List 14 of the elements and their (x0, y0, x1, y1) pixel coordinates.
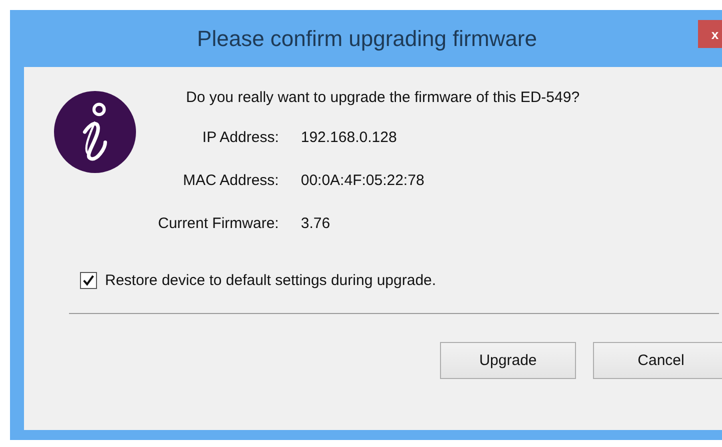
checkbox-label[interactable]: Restore device to default settings during upgrade. (105, 272, 436, 289)
confirm-message: Do you really want to upgrade the firmware of this ED-549? (186, 89, 580, 106)
field-label: MAC Address: (182, 172, 279, 189)
cancel-button[interactable]: Cancel (593, 342, 722, 379)
field-label: IP Address: (201, 129, 279, 146)
field-value: 192.168.0.128 (300, 129, 398, 146)
field-value: 3.76 (300, 215, 332, 232)
field-label: Current Firmware: (158, 215, 279, 232)
upgrade-button[interactable]: Upgrade (440, 342, 576, 379)
field-value: 00:0A:4F:05:22:78 (300, 172, 424, 189)
window-title: Please confirm upgrading firmware (197, 26, 537, 52)
info-icon (54, 91, 136, 173)
checkbox[interactable] (80, 272, 97, 289)
close-button[interactable]: x (698, 20, 722, 48)
